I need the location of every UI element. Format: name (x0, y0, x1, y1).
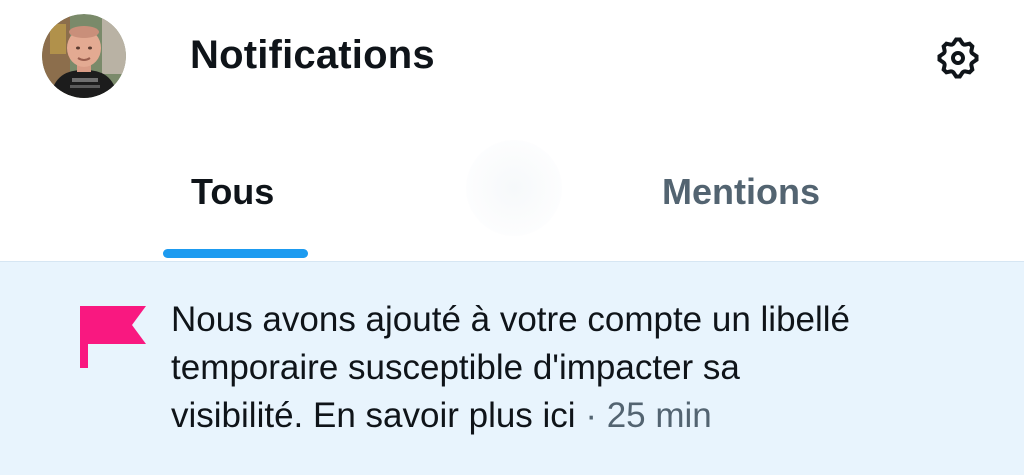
header: Notifications (0, 0, 1024, 118)
notifications-screen: Notifications Tous Mentions Nous avons a… (0, 0, 1024, 475)
page-title: Notifications (190, 33, 435, 77)
notification-line-3: visibilité. En savoir plus ici · 25 min (171, 392, 991, 440)
notification-line-1: Nous avons ajouté à votre compte un libe… (171, 300, 851, 339)
tab-bar: Tous Mentions (0, 118, 1024, 261)
notification-time: 25 min (606, 396, 712, 435)
user-avatar-icon (42, 14, 126, 98)
notification-text: Nous avons ajouté à votre compte un libe… (171, 296, 991, 440)
tab-mentions-label: Mentions (662, 171, 820, 212)
tab-all-label: Tous (191, 171, 275, 212)
flag-icon (80, 306, 146, 368)
gear-icon (937, 37, 979, 79)
notification-item[interactable]: Nous avons ajouté à votre compte un libe… (0, 261, 1024, 475)
tab-mentions[interactable]: Mentions (520, 118, 990, 261)
notification-line-3-text: visibilité. En savoir plus ici (171, 396, 576, 435)
notification-line-2: temporaire susceptible d'impacter sa (171, 348, 740, 387)
settings-button[interactable] (930, 30, 986, 86)
avatar[interactable] (42, 14, 126, 98)
active-tab-indicator (163, 249, 308, 258)
notification-separator: · (575, 396, 607, 435)
tab-all[interactable]: Tous (0, 118, 470, 261)
